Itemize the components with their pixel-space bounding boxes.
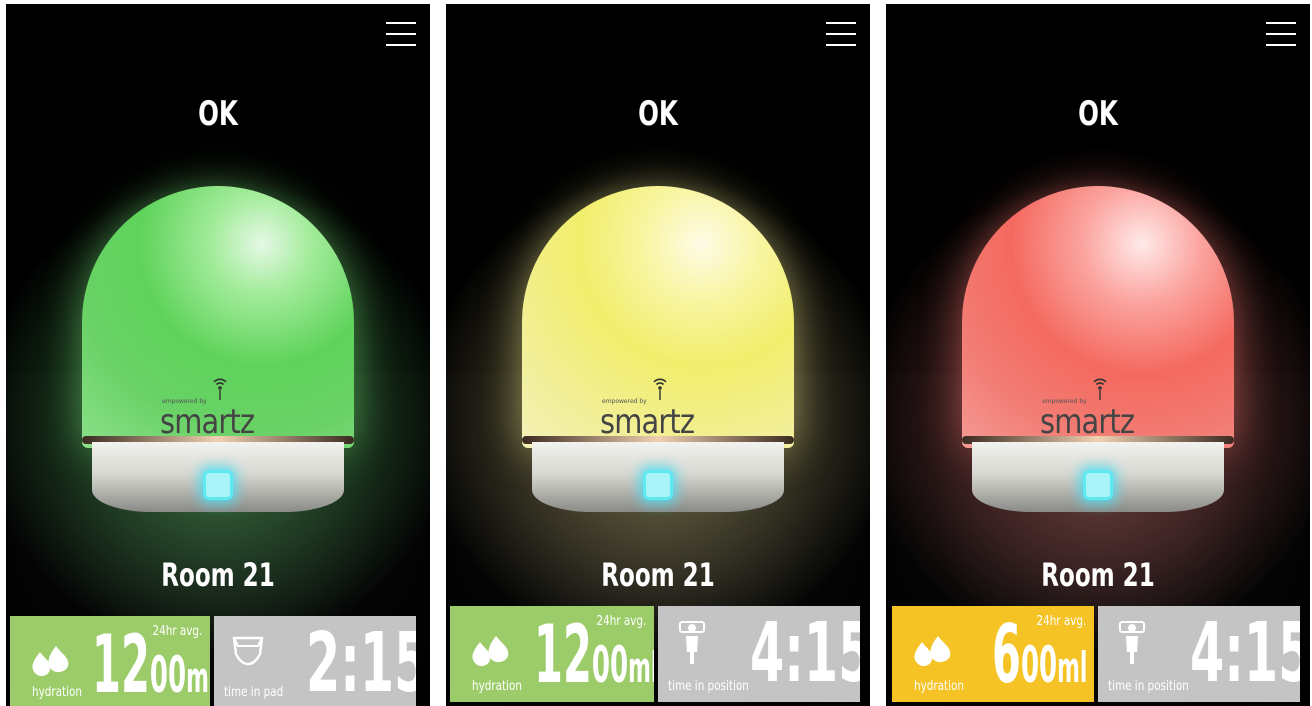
phone-screen-green: empowered by smartz OK Room 21 hydration… bbox=[6, 4, 430, 706]
hamburger-menu-icon[interactable] bbox=[386, 22, 416, 46]
hydration-label: hydration bbox=[32, 685, 82, 700]
room-label: Room 21 bbox=[601, 556, 715, 594]
hydration-unit: ml bbox=[628, 643, 654, 692]
hydration-tile[interactable]: hydration 24hr avg. 1200ml bbox=[450, 606, 654, 702]
smartz-logo: empowered by smartz bbox=[600, 374, 710, 444]
hydration-minor: 00 bbox=[1020, 636, 1058, 694]
hydration-tile[interactable]: hydration 24hr avg. 600ml bbox=[892, 606, 1094, 702]
hamburger-menu-icon[interactable] bbox=[1266, 22, 1296, 46]
hydration-minor: 00 bbox=[591, 636, 629, 694]
hydration-major: 12 bbox=[92, 618, 150, 706]
hydration-label: hydration bbox=[914, 679, 964, 694]
water-drops-icon bbox=[914, 636, 951, 667]
status-text: OK bbox=[638, 94, 678, 134]
hydration-minor: 00 bbox=[149, 646, 187, 704]
water-drops-icon bbox=[32, 646, 69, 677]
hydration-tile[interactable]: hydration 24hr avg. 1200ml bbox=[10, 616, 210, 706]
room-label: Room 21 bbox=[161, 556, 275, 594]
person-in-bed-icon bbox=[1119, 621, 1145, 664]
hydration-label: hydration bbox=[472, 679, 522, 694]
lamp-button[interactable] bbox=[203, 470, 233, 500]
time-label: time in position bbox=[1108, 679, 1189, 694]
hydration-major: 12 bbox=[534, 608, 592, 701]
time-label: time in pad bbox=[224, 685, 284, 700]
lamp-button[interactable] bbox=[643, 470, 673, 500]
hamburger-menu-icon[interactable] bbox=[826, 22, 856, 46]
smartz-logo: empowered by smartz bbox=[160, 374, 270, 444]
time-value: 4:15 bbox=[750, 606, 860, 701]
wifi-signal-icon bbox=[213, 378, 227, 400]
person-in-bed-icon bbox=[679, 621, 705, 664]
diaper-icon bbox=[232, 636, 264, 666]
status-text: OK bbox=[1078, 94, 1118, 134]
phone-screen-yellow: empowered by smartz OK Room 21 hydration… bbox=[446, 4, 870, 706]
time-tile[interactable]: time in position 4:15 bbox=[1098, 606, 1300, 702]
wifi-signal-icon bbox=[1093, 378, 1107, 400]
time-label: time in position bbox=[668, 679, 749, 694]
hydration-value: 1200ml bbox=[534, 612, 654, 698]
phone-screen-red: empowered by smartz OK Room 21 hydration… bbox=[886, 4, 1310, 706]
room-label: Room 21 bbox=[1041, 556, 1155, 594]
hydration-major: 6 bbox=[992, 608, 1021, 701]
wifi-signal-icon bbox=[653, 378, 667, 400]
hydration-value: 600ml bbox=[992, 612, 1087, 698]
time-tile[interactable]: time in position 4:15 bbox=[658, 606, 860, 702]
hydration-unit: ml bbox=[1057, 643, 1088, 692]
time-value: 2:15 bbox=[306, 616, 416, 706]
hydration-value: 1200ml bbox=[92, 622, 210, 706]
smartz-logo: empowered by smartz bbox=[1040, 374, 1150, 444]
time-value: 4:15 bbox=[1190, 606, 1300, 701]
status-text: OK bbox=[198, 94, 238, 134]
lamp-button[interactable] bbox=[1083, 470, 1113, 500]
hydration-unit: ml bbox=[186, 653, 210, 702]
water-drops-icon bbox=[472, 636, 509, 667]
time-tile[interactable]: time in pad 2:15 bbox=[214, 616, 416, 706]
